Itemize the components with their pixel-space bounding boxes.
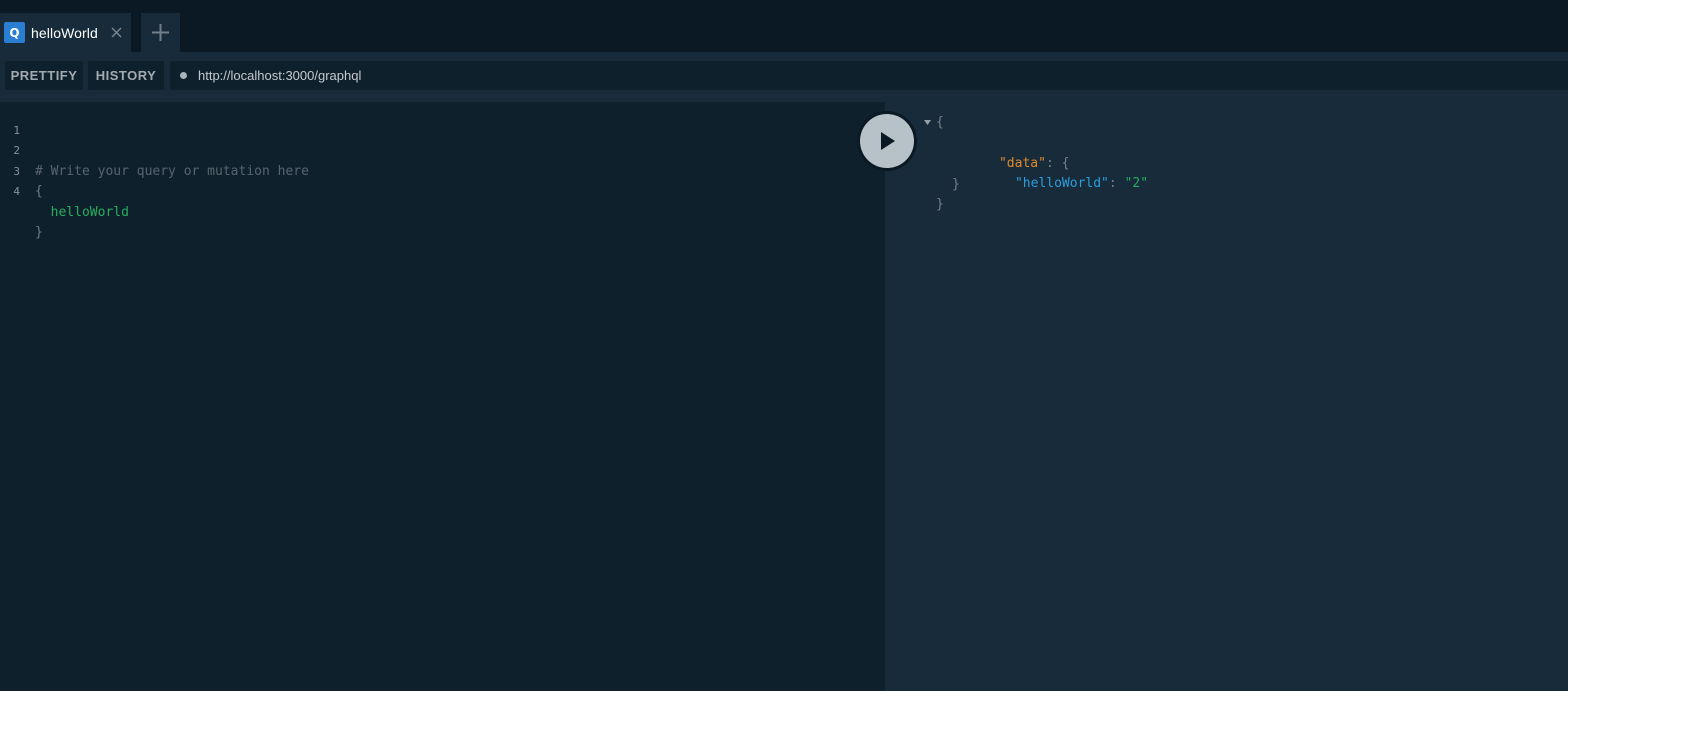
editor-line: 2 { bbox=[0, 142, 885, 199]
line-number: 1 bbox=[13, 124, 20, 137]
endpoint-bar bbox=[170, 61, 1568, 90]
playground-window: Q helloWorld PRETTIFY HISTORY http://loc… bbox=[0, 0, 1568, 691]
run-query-button[interactable] bbox=[857, 111, 917, 171]
line-number: 3 bbox=[13, 165, 20, 178]
code-brace: } bbox=[35, 225, 43, 240]
editor-line: 4 } bbox=[0, 183, 885, 240]
query-badge: Q bbox=[4, 22, 25, 43]
result-data-line: "data": { bbox=[952, 134, 1069, 171]
line-number: 4 bbox=[13, 185, 20, 198]
line-number: 2 bbox=[13, 144, 20, 157]
result-field-key: "helloWorld" bbox=[1014, 176, 1109, 191]
editor-line: 3 helloWorld bbox=[0, 163, 885, 220]
plus-icon bbox=[152, 24, 169, 41]
tab-title: helloWorld bbox=[31, 24, 98, 41]
tab-hello-world[interactable]: Q helloWorld bbox=[0, 13, 131, 52]
history-button[interactable]: HISTORY bbox=[88, 61, 164, 90]
result-field-line: "helloWorld": "2" bbox=[968, 154, 1148, 191]
result-inner-close: } bbox=[952, 177, 960, 192]
connection-status-icon bbox=[180, 72, 187, 79]
editor-line: 1 # Write your query or mutation here bbox=[0, 122, 885, 179]
run-button-face bbox=[860, 114, 914, 168]
result-outer-close: } bbox=[936, 197, 944, 212]
result-open-brace: { bbox=[936, 115, 944, 130]
play-icon bbox=[881, 132, 895, 150]
app-root: Q helloWorld PRETTIFY HISTORY http://loc… bbox=[0, 0, 1694, 746]
result-colon: : bbox=[1108, 176, 1125, 191]
endpoint-url-input[interactable] bbox=[198, 68, 1498, 83]
result-field-value: "2" bbox=[1124, 176, 1149, 191]
triangle-down-icon[interactable] bbox=[923, 118, 932, 127]
query-editor[interactable]: 1 # Write your query or mutation here 2 … bbox=[0, 102, 885, 691]
close-icon[interactable] bbox=[109, 23, 123, 41]
tab-bar: Q helloWorld bbox=[0, 0, 1568, 52]
prettify-button[interactable]: PRETTIFY bbox=[5, 61, 83, 90]
new-tab-button[interactable] bbox=[141, 13, 180, 52]
